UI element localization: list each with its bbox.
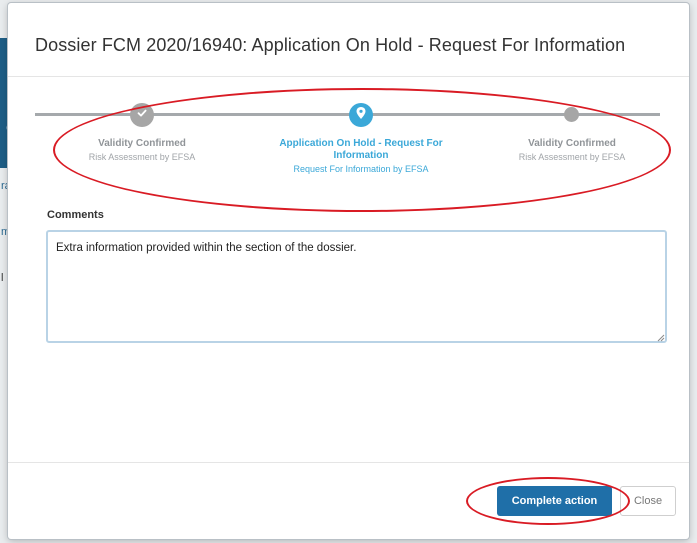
complete-action-button[interactable]: Complete action bbox=[497, 486, 612, 516]
resize-grip-icon[interactable] bbox=[656, 333, 665, 342]
step-completed-node bbox=[130, 103, 154, 127]
step-subtitle: Risk Assessment by EFSA bbox=[518, 152, 626, 162]
workflow-stepper: Validity Confirmed Risk Assessment by EF… bbox=[8, 83, 689, 193]
step-pending-node bbox=[564, 107, 579, 122]
location-pin-icon bbox=[355, 106, 367, 125]
step-subtitle-active: Request For Information by EFSA bbox=[293, 164, 429, 174]
step-title-active: Application On Hold - Request For Inform… bbox=[279, 138, 443, 161]
header-divider bbox=[8, 76, 689, 77]
comments-label: Comments bbox=[47, 209, 104, 221]
step-active-node bbox=[349, 103, 373, 127]
step-title: Validity Confirmed bbox=[98, 138, 186, 149]
comments-textarea[interactable]: Extra information provided within the se… bbox=[46, 230, 667, 343]
dialog: Dossier FCM 2020/16940: Application On H… bbox=[8, 3, 689, 539]
check-icon bbox=[136, 106, 148, 124]
footer-divider bbox=[8, 462, 689, 463]
dialog-title: Dossier FCM 2020/16940: Application On H… bbox=[35, 35, 626, 55]
step-title: Validity Confirmed bbox=[528, 138, 616, 149]
step-subtitle: Risk Assessment by EFSA bbox=[88, 152, 196, 162]
close-button[interactable]: Close bbox=[620, 486, 676, 516]
